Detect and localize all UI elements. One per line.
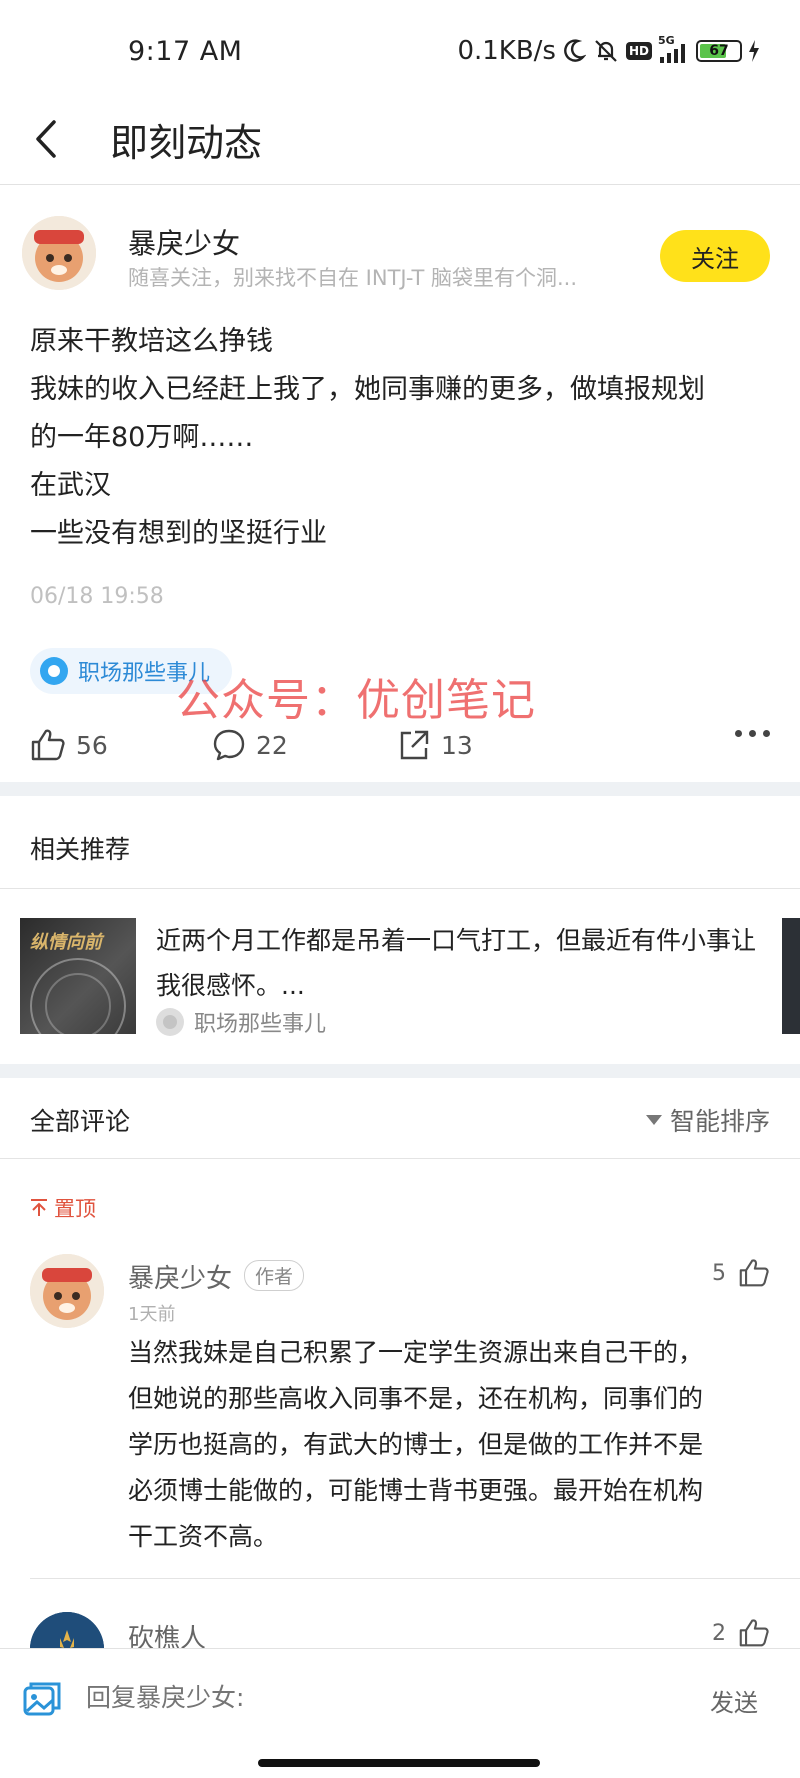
comment-line: 但她说的那些高收入同事不是，还在机构，同事们的	[128, 1384, 704, 1413]
signal-icon: 5G	[658, 34, 690, 64]
more-icon[interactable]	[735, 730, 770, 737]
status-time: 9:17 AM	[128, 36, 243, 67]
nav-bar: 即刻动态	[0, 100, 800, 185]
post-line: 的一年80万啊……	[30, 422, 254, 453]
moon-icon	[564, 39, 586, 62]
comment-avatar[interactable]	[30, 1254, 104, 1328]
pinned-label: 置顶	[54, 1197, 96, 1221]
recommend-item-title: 近两个月工作都是吊着一口气打工，但最近有件小事让我很感怀。...	[156, 926, 757, 1000]
comment-like-button[interactable]: 5	[712, 1258, 770, 1288]
section-separator	[0, 782, 800, 796]
recommend-thumbnail: 纵情向前	[20, 918, 136, 1034]
comment-author-name[interactable]: 暴戾少女	[128, 1258, 232, 1295]
comment-like-count: 5	[712, 1260, 726, 1286]
dropdown-icon	[645, 1115, 662, 1125]
thumbs-up-icon	[31, 729, 65, 761]
image-icon[interactable]	[22, 1679, 62, 1719]
watermark: 公众号：优创笔记	[176, 675, 536, 726]
share-count: 13	[441, 730, 473, 760]
reply-bar: 发送	[0, 1648, 800, 1778]
net-speed: 0.1KB/s	[457, 36, 556, 66]
back-icon[interactable]	[28, 114, 68, 164]
post-line: 原来干教培这么挣钱	[30, 326, 273, 357]
thumbs-up-icon	[739, 1619, 769, 1647]
comment-button[interactable]: 22	[212, 728, 288, 762]
home-indicator[interactable]	[258, 1759, 540, 1767]
divider	[30, 1578, 800, 1579]
comment-line: 学历也挺高的，有武大的博士，但是做的工作并不是	[128, 1430, 704, 1459]
post-line: 我妹的收入已经赶上我了，她同事赚的更多，做填报规划	[30, 374, 705, 405]
mute-icon	[595, 40, 617, 62]
comment-line: 当然我妹是自己积累了一定学生资源出来自己干的，	[128, 1338, 704, 1367]
recommend-source-label: 职场那些事儿	[194, 1012, 327, 1037]
comment-like-button[interactable]: 2	[712, 1618, 770, 1648]
comment-time: 1天前	[128, 1304, 176, 1325]
post-line: 一些没有想到的坚挺行业	[30, 518, 327, 549]
divider	[0, 1158, 800, 1159]
reply-input[interactable]	[86, 1683, 586, 1712]
battery-icon: 67	[696, 40, 742, 62]
comment-like-count: 2	[712, 1620, 726, 1646]
next-card-peek[interactable]	[782, 918, 800, 1034]
post-content: 原来干教培这么挣钱 我妹的收入已经赶上我了，她同事赚的更多，做填报规划 的一年8…	[30, 318, 770, 558]
post-actions: 56 22 13	[0, 720, 800, 770]
comment-count: 22	[256, 730, 288, 760]
send-button[interactable]: 发送	[710, 1683, 758, 1718]
network-label: 5G	[658, 34, 675, 47]
pinned-badge: 置顶	[30, 1193, 96, 1223]
sort-button[interactable]: 智能排序	[645, 1102, 770, 1138]
recommend-title: 相关推荐	[30, 835, 131, 864]
section-separator	[0, 1064, 800, 1078]
comment-line: 必须博士能做的，可能博士背书更强。最开始在机构	[128, 1476, 704, 1505]
author-signature: 随喜关注，别来找不自在 INTJ-T 脑袋里有个洞...	[128, 266, 578, 290]
follow-button[interactable]: 关注	[660, 230, 770, 282]
recommend-card[interactable]: 纵情向前 近两个月工作都是吊着一口气打工，但最近有件小事让我很感怀。... 职场…	[0, 900, 800, 1050]
share-button[interactable]: 13	[397, 728, 473, 762]
comment-icon	[213, 729, 245, 761]
charging-icon	[749, 40, 759, 62]
post-author: 暴戾少女 随喜关注，别来找不自在 INTJ-T 脑袋里有个洞... 关注	[0, 210, 800, 300]
source-icon	[156, 1008, 184, 1036]
like-count: 56	[76, 730, 108, 760]
sort-label: 智能排序	[669, 1107, 770, 1136]
thumbs-up-icon	[739, 1259, 769, 1287]
hd-icon: HD	[625, 42, 652, 60]
author-tag: 作者	[244, 1260, 305, 1291]
post-line: 在武汉	[30, 470, 111, 501]
pin-top-icon	[31, 1199, 47, 1216]
divider	[0, 888, 800, 889]
topic-icon	[40, 657, 68, 685]
comments-title: 全部评论	[30, 1107, 131, 1136]
status-bar: 9:17 AM 0.1KB/s HD 5G 67	[0, 0, 800, 100]
comment-line: 干工资不高。	[128, 1522, 279, 1551]
battery-text: 67	[709, 43, 729, 59]
avatar[interactable]	[22, 216, 96, 290]
recommend-source: 职场那些事儿	[156, 1006, 326, 1038]
share-icon	[400, 730, 429, 760]
post-timestamp: 06/18 19:58	[30, 584, 164, 609]
thumb-text: 纵情向前	[30, 932, 102, 953]
page-title: 即刻动态	[110, 121, 263, 165]
comment-text: 当然我妹是自己积累了一定学生资源出来自己干的， 但她说的那些高收入同事不是，还在…	[128, 1330, 768, 1560]
like-button[interactable]: 56	[30, 728, 108, 762]
status-icons: 0.1KB/s HD 5G 67	[457, 34, 760, 66]
author-name[interactable]: 暴戾少女	[128, 222, 240, 262]
